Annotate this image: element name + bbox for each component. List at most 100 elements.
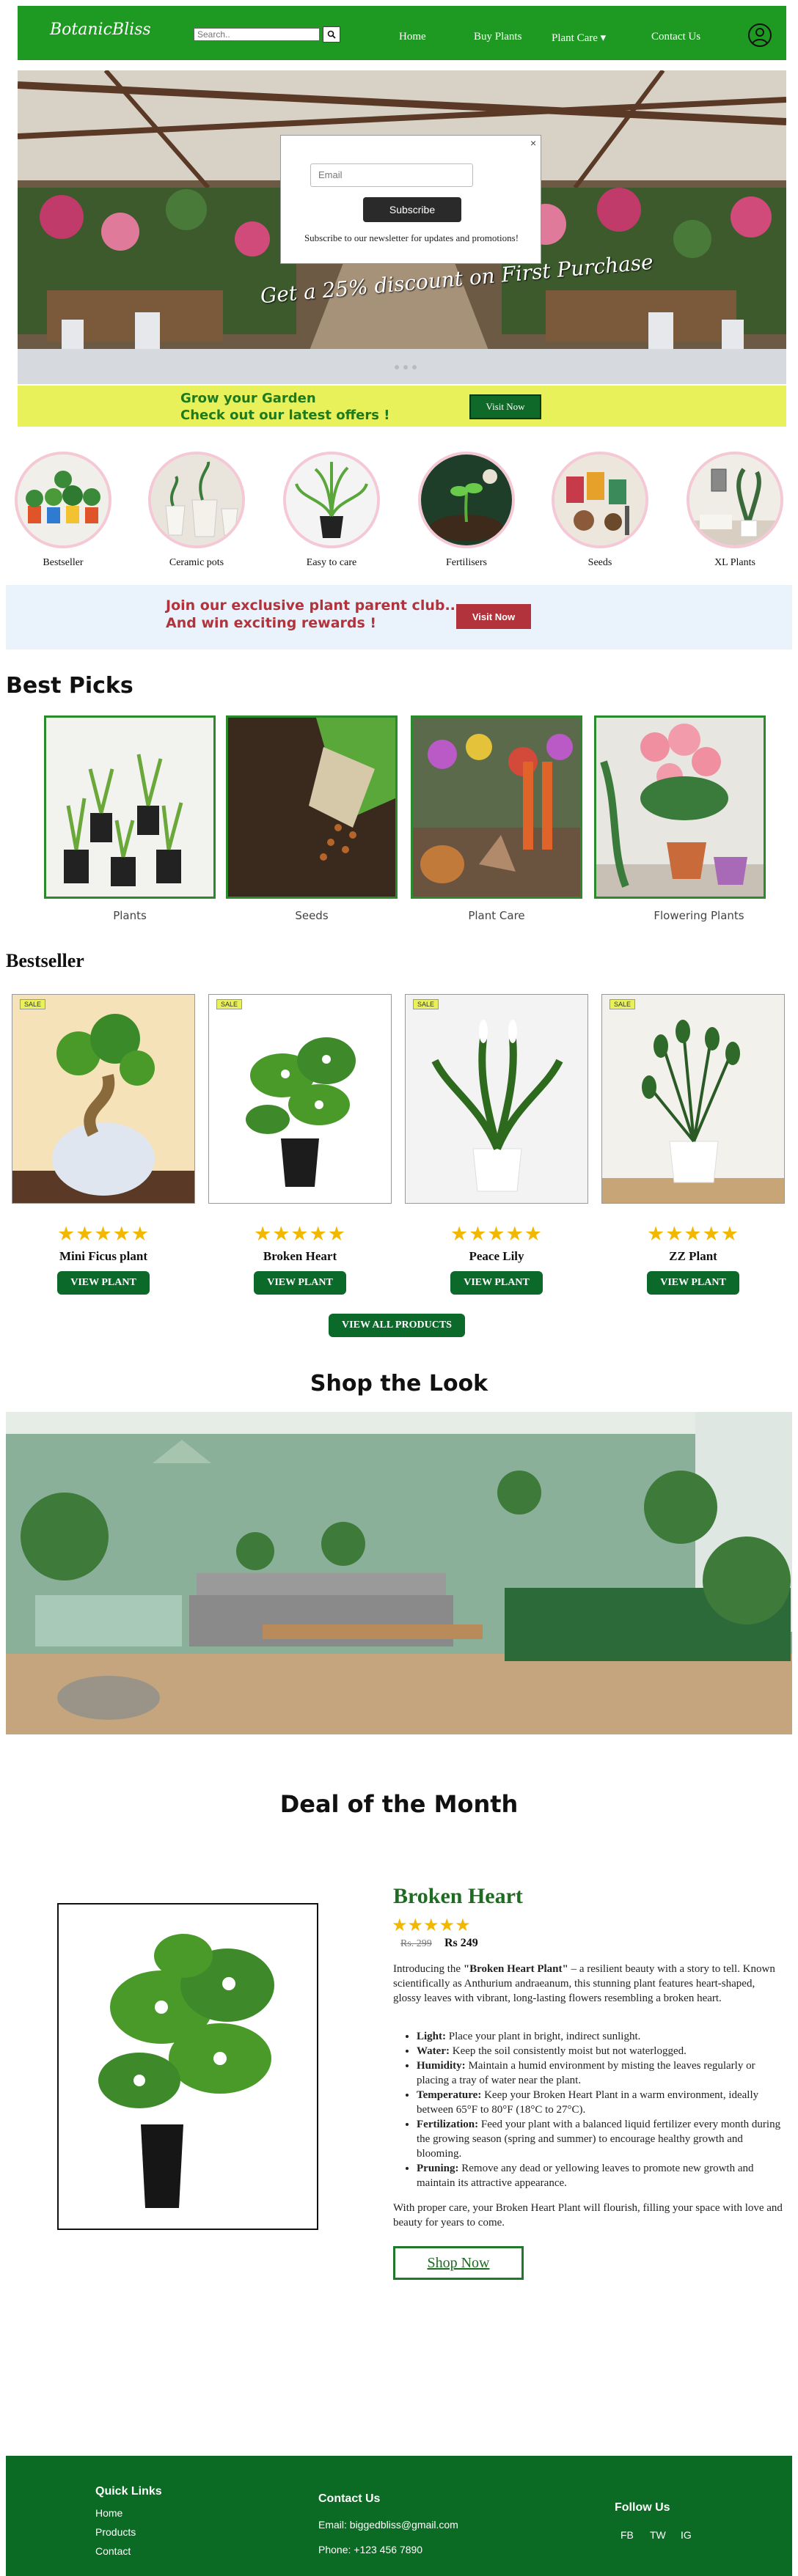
product-card-image[interactable]: SALE xyxy=(405,994,588,1204)
pick-plants-image[interactable] xyxy=(44,715,216,899)
sale-badge: SALE xyxy=(413,999,439,1009)
club-visit-button[interactable]: Visit Now xyxy=(456,604,531,629)
nav-contact-us[interactable]: Contact Us xyxy=(651,31,700,43)
promo-text: Grow your Garden Check out our latest of… xyxy=(180,390,389,424)
sale-badge: SALE xyxy=(216,999,243,1009)
navbar: BotanicBliss Home Buy Plants Plant Care … xyxy=(18,6,786,60)
pick-label[interactable]: Seeds xyxy=(226,909,398,922)
contact-email[interactable]: Email: biggedbliss@gmail.com xyxy=(318,2519,458,2531)
newsletter-popup: × Email Subscribe Subscribe to our newsl… xyxy=(280,135,541,264)
footer-link-home[interactable]: Home xyxy=(95,2507,122,2519)
search-icon xyxy=(327,30,336,39)
pick-plant-care-image[interactable] xyxy=(411,715,582,899)
category-label[interactable]: Seeds xyxy=(549,557,651,569)
social-facebook-link[interactable]: FB xyxy=(621,2529,634,2541)
product-name: Broken Heart xyxy=(263,1249,337,1263)
care-value: Keep the soil consistently moist but not… xyxy=(449,2045,687,2057)
rating-stars: ★★★★★ xyxy=(646,1223,740,1245)
deal-product-name: Broken Heart xyxy=(393,1884,523,1908)
promo-line2: Check out our latest offers ! xyxy=(180,408,390,423)
best-picks-title: Best Picks xyxy=(6,673,133,699)
follow-title: Follow Us xyxy=(615,2501,670,2514)
pick-label[interactable]: Flowering Plants xyxy=(613,909,785,922)
promo-visit-button[interactable]: Visit Now xyxy=(469,394,541,419)
care-item: Pruning: Remove any dead or yellowing le… xyxy=(417,2161,783,2190)
deal-outro: With proper care, your Broken Heart Plan… xyxy=(393,2202,783,2229)
user-icon[interactable] xyxy=(748,23,772,47)
rating-stars: ★★★★★ xyxy=(253,1223,347,1245)
product-card-image[interactable]: SALE xyxy=(208,994,392,1204)
shop-now-button[interactable]: Shop Now xyxy=(393,2246,524,2280)
view-plant-button[interactable]: VIEW PLANT xyxy=(647,1271,739,1295)
carousel-dot[interactable] xyxy=(395,365,399,369)
product-card-image[interactable]: SALE xyxy=(601,994,785,1204)
product-card-image[interactable]: SALE xyxy=(12,994,195,1204)
care-key: Water: xyxy=(417,2045,450,2057)
category-seeds-image[interactable] xyxy=(552,452,648,548)
club-line2: And win exciting rewards ! xyxy=(166,615,377,631)
pick-label[interactable]: Plants xyxy=(44,909,216,922)
care-item: Fertilization: Feed your plant with a ba… xyxy=(417,2117,783,2161)
promo-banner: Grow your Garden Check out our latest of… xyxy=(18,386,786,427)
shop-the-look-image[interactable] xyxy=(6,1412,792,1734)
search-input[interactable] xyxy=(194,28,320,41)
contact-title: Contact Us xyxy=(318,2492,381,2505)
category-label[interactable]: Easy to care xyxy=(280,557,383,569)
product-name: Peace Lily xyxy=(469,1249,524,1263)
product-name: ZZ Plant xyxy=(669,1249,717,1263)
category-ceramic-pots-image[interactable] xyxy=(148,452,245,548)
view-plant-button[interactable]: VIEW PLANT xyxy=(57,1271,150,1295)
nav-buy-plants[interactable]: Buy Plants xyxy=(474,31,521,43)
footer-link-products[interactable]: Products xyxy=(95,2526,136,2538)
category-label[interactable]: Ceramic pots xyxy=(145,557,248,569)
care-key: Temperature: xyxy=(417,2089,482,2101)
category-label[interactable]: Fertilisers xyxy=(415,557,518,569)
care-item: Light: Place your plant in bright, indir… xyxy=(417,2029,783,2044)
shop-the-look-title: Shop the Look xyxy=(310,1371,488,1396)
site-logo[interactable]: BotanicBliss xyxy=(50,21,151,39)
care-item: Temperature: Keep your Broken Heart Plan… xyxy=(417,2088,783,2117)
care-key: Fertilization: xyxy=(417,2119,479,2130)
old-price: Rs. 299 xyxy=(400,1938,432,1949)
club-text: Join our exclusive plant parent club.. A… xyxy=(166,597,455,632)
footer: Quick Links Home Products Contact Contac… xyxy=(6,2456,792,2576)
care-item: Water: Keep the soil consistently moist … xyxy=(417,2044,783,2058)
view-plant-button[interactable]: VIEW PLANT xyxy=(254,1271,346,1295)
nav-home[interactable]: Home xyxy=(399,31,426,43)
close-icon[interactable]: × xyxy=(530,137,536,149)
pick-flowering-plants-image[interactable] xyxy=(594,715,766,899)
sale-badge: SALE xyxy=(20,999,46,1009)
pick-label[interactable]: Plant Care xyxy=(411,909,582,922)
view-all-products-button[interactable]: VIEW ALL PRODUCTS xyxy=(329,1314,465,1337)
new-price: Rs 249 xyxy=(444,1937,478,1949)
rating-stars: ★★★★★ xyxy=(392,1916,471,1935)
social-instagram-link[interactable]: IG xyxy=(681,2529,692,2541)
email-field[interactable]: Email xyxy=(310,163,473,187)
category-easy-to-care-image[interactable] xyxy=(283,452,380,548)
footer-link-contact[interactable]: Contact xyxy=(95,2545,131,2557)
carousel-dot[interactable] xyxy=(412,365,417,369)
nav-plant-care[interactable]: Plant Care ▾ xyxy=(552,31,606,45)
care-value: Remove any dead or yellowing leaves to p… xyxy=(417,2163,754,2189)
club-line1: Join our exclusive plant parent club.. xyxy=(166,597,455,614)
category-xl-plants-image[interactable] xyxy=(687,452,783,548)
view-plant-button[interactable]: VIEW PLANT xyxy=(450,1271,543,1295)
deal-product-image[interactable] xyxy=(57,1903,318,2230)
category-bestseller-image[interactable] xyxy=(15,452,111,548)
social-twitter-link[interactable]: TW xyxy=(650,2529,666,2541)
desc-intro: Introducing the xyxy=(393,1963,464,1975)
product-name: Mini Ficus plant xyxy=(59,1249,147,1263)
bestseller-title: Bestseller xyxy=(6,950,84,971)
pick-seeds-image[interactable] xyxy=(226,715,398,899)
category-fertilisers-image[interactable] xyxy=(418,452,515,548)
category-label[interactable]: Bestseller xyxy=(12,557,114,569)
carousel-dot[interactable] xyxy=(403,365,408,369)
sale-badge: SALE xyxy=(610,999,636,1009)
category-label[interactable]: XL Plants xyxy=(684,557,786,569)
care-value: Place your plant in bright, indirect sun… xyxy=(446,2031,641,2042)
deal-description: Introducing the "Broken Heart Plant" – a… xyxy=(393,1962,783,2006)
deal-of-the-month-title: Deal of the Month xyxy=(279,1790,519,1818)
search-button[interactable] xyxy=(323,26,340,43)
contact-phone: Phone: +123 456 7890 xyxy=(318,2544,423,2555)
subscribe-button[interactable]: Subscribe xyxy=(363,197,461,222)
